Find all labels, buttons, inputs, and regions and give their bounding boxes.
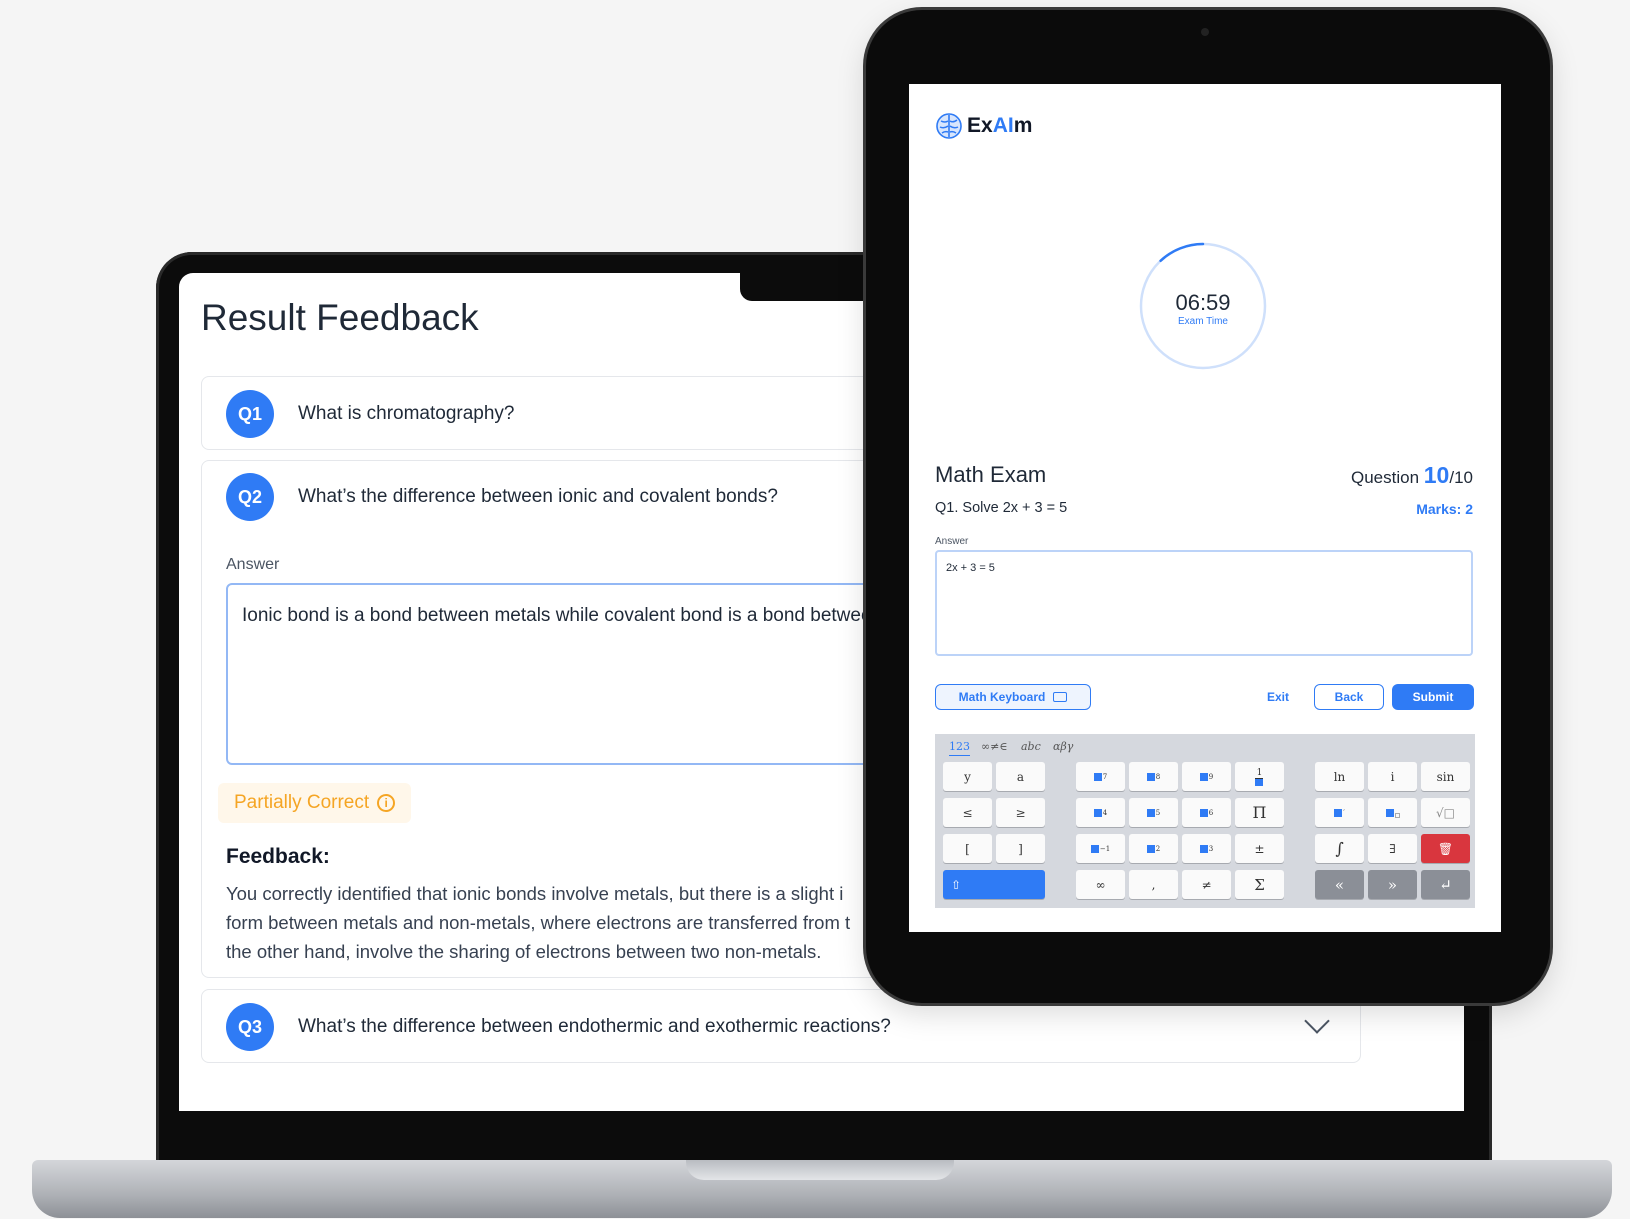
answer-input[interactable]: 2x + 3 = 5 xyxy=(935,550,1473,656)
key-plus-minus[interactable]: ± xyxy=(1235,834,1284,863)
key-comma[interactable]: , xyxy=(1129,870,1178,899)
laptop-base-notch xyxy=(686,1160,954,1180)
key-power-minus1[interactable]: −1 xyxy=(1076,834,1125,863)
math-keyboard: 123 ∞≠∈ abc αβγ y a ≤ ≥ [ ] ⇧ 7 8 9 1 4 … xyxy=(935,734,1475,908)
answer-label: Answer xyxy=(935,536,969,547)
key-le[interactable]: ≤ xyxy=(943,798,992,827)
tablet-camera xyxy=(1201,28,1209,36)
question-counter: Question 10/10 xyxy=(1351,462,1473,488)
key-a[interactable]: a xyxy=(996,762,1045,791)
key-shift[interactable]: ⇧ xyxy=(943,870,1045,899)
key-power-2[interactable]: 2 xyxy=(1129,834,1178,863)
key-power-9[interactable]: 9 xyxy=(1182,762,1231,791)
key-product[interactable]: Π xyxy=(1235,798,1284,827)
key-y[interactable]: y xyxy=(943,762,992,791)
brain-icon xyxy=(936,113,962,139)
info-icon[interactable]: i xyxy=(377,794,396,812)
shift-icon: ⇧ xyxy=(951,877,962,892)
key-integral[interactable]: ∫ xyxy=(1315,834,1364,863)
keyboard-icon xyxy=(1053,692,1068,702)
key-lbracket[interactable]: [ xyxy=(943,834,992,863)
key-infinity[interactable]: ∞ xyxy=(1076,870,1125,899)
math-keyboard-label: Math Keyboard xyxy=(958,690,1046,704)
kb-tab-numbers[interactable]: 123 xyxy=(949,740,970,756)
key-subscript[interactable] xyxy=(1368,798,1417,827)
submit-button[interactable]: Submit xyxy=(1392,684,1474,710)
question-badge: Q3 xyxy=(226,1003,274,1051)
exam-screen: ExAIm 06:59 Exam Time Math Exam Question… xyxy=(909,84,1501,932)
key-exists[interactable]: ∃ xyxy=(1368,834,1417,863)
key-power-7[interactable]: 7 xyxy=(1076,762,1125,791)
logo-text: ExAIm xyxy=(967,114,1033,137)
kb-tab-symbols[interactable]: ∞≠∈ xyxy=(981,740,1008,753)
math-keyboard-button[interactable]: Math Keyboard xyxy=(935,684,1091,710)
key-power-4[interactable]: 4 xyxy=(1076,798,1125,827)
status-text: Partially Correct xyxy=(234,792,370,813)
app-logo: ExAIm xyxy=(935,112,1032,140)
key-sum[interactable]: Σ xyxy=(1235,870,1284,899)
marks-label: Marks: 2 xyxy=(1416,501,1473,517)
key-enter[interactable]: ↵ xyxy=(1421,870,1470,899)
page-title: Result Feedback xyxy=(201,297,479,338)
question-prompt: Q1. Solve 2x + 3 = 5 xyxy=(935,500,1068,516)
key-ln[interactable]: ln xyxy=(1315,762,1364,791)
key-prime[interactable]: ′ xyxy=(1315,798,1364,827)
key-sqrt[interactable]: √□ xyxy=(1421,798,1470,827)
question-badge: Q1 xyxy=(226,390,274,438)
key-sin[interactable]: sin xyxy=(1421,762,1470,791)
timer-value: 06:59 xyxy=(1175,290,1231,315)
key-ge[interactable]: ≥ xyxy=(996,798,1045,827)
timer-label: Exam Time xyxy=(1177,316,1228,327)
question-badge: Q2 xyxy=(226,473,274,521)
key-power-8[interactable]: 8 xyxy=(1129,762,1178,791)
key-not-equal[interactable]: ≠ xyxy=(1182,870,1231,899)
trash-icon[interactable]: 🗑 xyxy=(1421,834,1470,863)
exam-title: Math Exam xyxy=(935,462,1047,487)
key-power-3[interactable]: 3 xyxy=(1182,834,1231,863)
question-text: What is chromatography? xyxy=(298,403,515,424)
key-rbracket[interactable]: ] xyxy=(996,834,1045,863)
chevron-down-icon[interactable] xyxy=(1304,1008,1330,1034)
key-move-right[interactable]: » xyxy=(1368,870,1417,899)
key-fraction[interactable]: 1 xyxy=(1235,762,1284,791)
feedback-label: Feedback: xyxy=(226,845,330,868)
key-move-left[interactable]: « xyxy=(1315,870,1364,899)
status-badge: Partially Correct i xyxy=(218,783,412,823)
key-i[interactable]: i xyxy=(1368,762,1417,791)
question-text: What’s the difference between endothermi… xyxy=(298,1016,891,1037)
exit-button[interactable]: Exit xyxy=(1267,690,1289,704)
key-power-5[interactable]: 5 xyxy=(1129,798,1178,827)
back-button[interactable]: Back xyxy=(1314,684,1384,710)
kb-tab-greek[interactable]: αβγ xyxy=(1053,740,1073,753)
question-text: What’s the difference between ionic and … xyxy=(298,486,778,507)
key-power-6[interactable]: 6 xyxy=(1182,798,1231,827)
kb-tab-letters[interactable]: abc xyxy=(1021,740,1041,753)
answer-label: Answer xyxy=(226,556,280,573)
